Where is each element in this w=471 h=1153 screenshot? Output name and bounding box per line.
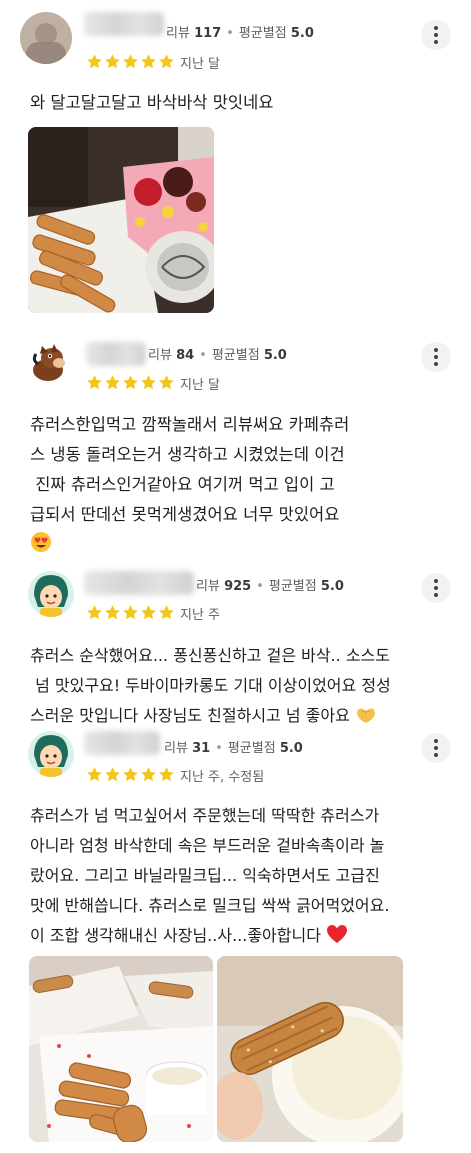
review-text: 츄러스 순삭했어요... 퐁신퐁신하고 겉은 바삭.. 소스도 넘 맛있구요! …: [30, 641, 455, 731]
review-text-line: 아니라 엄청 바삭한데 속은 부드러운 겉바속촉이라 놀: [30, 836, 385, 855]
review-text-line: 츄러스 순삭했어요... 퐁신퐁신하고 겉은 바삭.. 소스도: [30, 646, 390, 665]
review-text-line: 진짜 츄러스인거같아요 여기꺼 먹고 입이 고: [30, 475, 335, 494]
rating-stars: [86, 53, 175, 71]
star-icon: [158, 604, 175, 621]
reviewer-name-blurred[interactable]: [86, 342, 146, 366]
reviewer-name-blurred[interactable]: [84, 731, 160, 755]
avatar[interactable]: [26, 340, 72, 386]
more-vert-icon[interactable]: [421, 573, 451, 603]
review-photo[interactable]: [217, 956, 403, 1142]
star-icon: [140, 604, 157, 621]
star-icon: [140, 374, 157, 391]
rating-stars: [86, 374, 175, 392]
star-icon: [122, 374, 139, 391]
avatar[interactable]: [28, 571, 74, 617]
star-icon: [104, 374, 121, 391]
review-text-line: 이 조합 생각해내신 사장님..사...좋아합니다: [30, 921, 455, 951]
star-icon: [86, 53, 103, 70]
review-text-line: 랐어요. 그리고 바닐라밀크딥... 익숙하면서도 고급진: [30, 866, 380, 885]
review-text-line: 넘 맛있구요! 두바이마카롱도 기대 이상이었어요 정성: [30, 676, 391, 695]
review-photo[interactable]: [29, 956, 213, 1142]
review-text-line: 맛에 반해씁니다. 츄러스로 밀크딥 싹싹 긁어먹었어요.: [30, 896, 390, 915]
review-text: 와 달고달고달고 바삭바삭 맛잇네요: [30, 93, 274, 112]
reviewer-meta: 리뷰 117 • 평균별점 5.0: [166, 26, 314, 41]
rating-stars: [86, 766, 175, 784]
review-text-line: 스 냉동 돌려오는거 생각하고 시켰었는데 이건: [30, 445, 345, 464]
avatar[interactable]: [28, 731, 74, 777]
review-time: 지난 주: [180, 608, 221, 623]
review-photo[interactable]: [28, 127, 214, 313]
heart-hands-emoji: [356, 708, 375, 723]
review-time: 지난 달: [180, 57, 221, 72]
review-card: 리뷰 117 • 평균별점 5.0 지난 달 와 달고달고달고 바삭바삭 맛잇네요: [0, 0, 471, 330]
more-vert-icon[interactable]: [421, 20, 451, 50]
reviewer-name-blurred[interactable]: [84, 571, 194, 595]
review-text-line: 급되서 딴데선 못먹게생겼어요 너무 맛있어요: [30, 505, 340, 524]
star-icon: [158, 53, 175, 70]
review-card: 리뷰 31 • 평균별점 5.0 지난 주, 수정됨 츄러스가 넘 먹고싶어서 주문…: [0, 725, 471, 1153]
star-icon: [86, 766, 103, 783]
star-icon: [158, 766, 175, 783]
reviewer-name-blurred[interactable]: [84, 12, 164, 36]
review-card: 리뷰 84 • 평균별점 5.0 지난 달 츄러스한입먹고 깜짝놀래서 리뷰써요 카…: [0, 330, 471, 565]
avatar[interactable]: [20, 12, 72, 64]
review-time: 지난 주, 수정됨: [180, 770, 265, 785]
reviewer-meta: 리뷰 31 • 평균별점 5.0: [164, 741, 303, 756]
star-icon: [86, 374, 103, 391]
more-vert-icon[interactable]: [421, 733, 451, 763]
star-icon: [104, 766, 121, 783]
star-icon: [122, 604, 139, 621]
red-heart-emoji: [327, 925, 348, 943]
star-icon: [122, 766, 139, 783]
star-icon: [104, 604, 121, 621]
review-time: 지난 달: [180, 378, 221, 393]
star-icon: [122, 53, 139, 70]
review-text-line: 츄러스가 넘 먹고싶어서 주문했는데 딱딱한 츄러스가: [30, 806, 380, 825]
heart-eyes-emoji: [30, 530, 455, 560]
star-icon: [140, 53, 157, 70]
more-vert-icon[interactable]: [421, 342, 451, 372]
star-icon: [158, 374, 175, 391]
review-text: 츄러스한입먹고 깜짝놀래서 리뷰써요 카페츄러 스 냉동 돌려오는거 생각하고 …: [30, 410, 455, 560]
reviewer-meta: 리뷰 84 • 평균별점 5.0: [148, 348, 287, 363]
star-icon: [104, 53, 121, 70]
review-text: 츄러스가 넘 먹고싶어서 주문했는데 딱딱한 츄러스가 아니라 엄청 바삭한데 …: [30, 801, 455, 951]
review-text-line: 츄러스한입먹고 깜짝놀래서 리뷰써요 카페츄러: [30, 415, 350, 434]
review-card: 리뷰 925 • 평균별점 5.0 지난 주 츄러스 순삭했어요... 퐁신퐁신하고…: [0, 565, 471, 725]
star-icon: [86, 604, 103, 621]
rating-stars: [86, 604, 175, 622]
star-icon: [140, 766, 157, 783]
reviewer-meta: 리뷰 925 • 평균별점 5.0: [196, 579, 344, 594]
